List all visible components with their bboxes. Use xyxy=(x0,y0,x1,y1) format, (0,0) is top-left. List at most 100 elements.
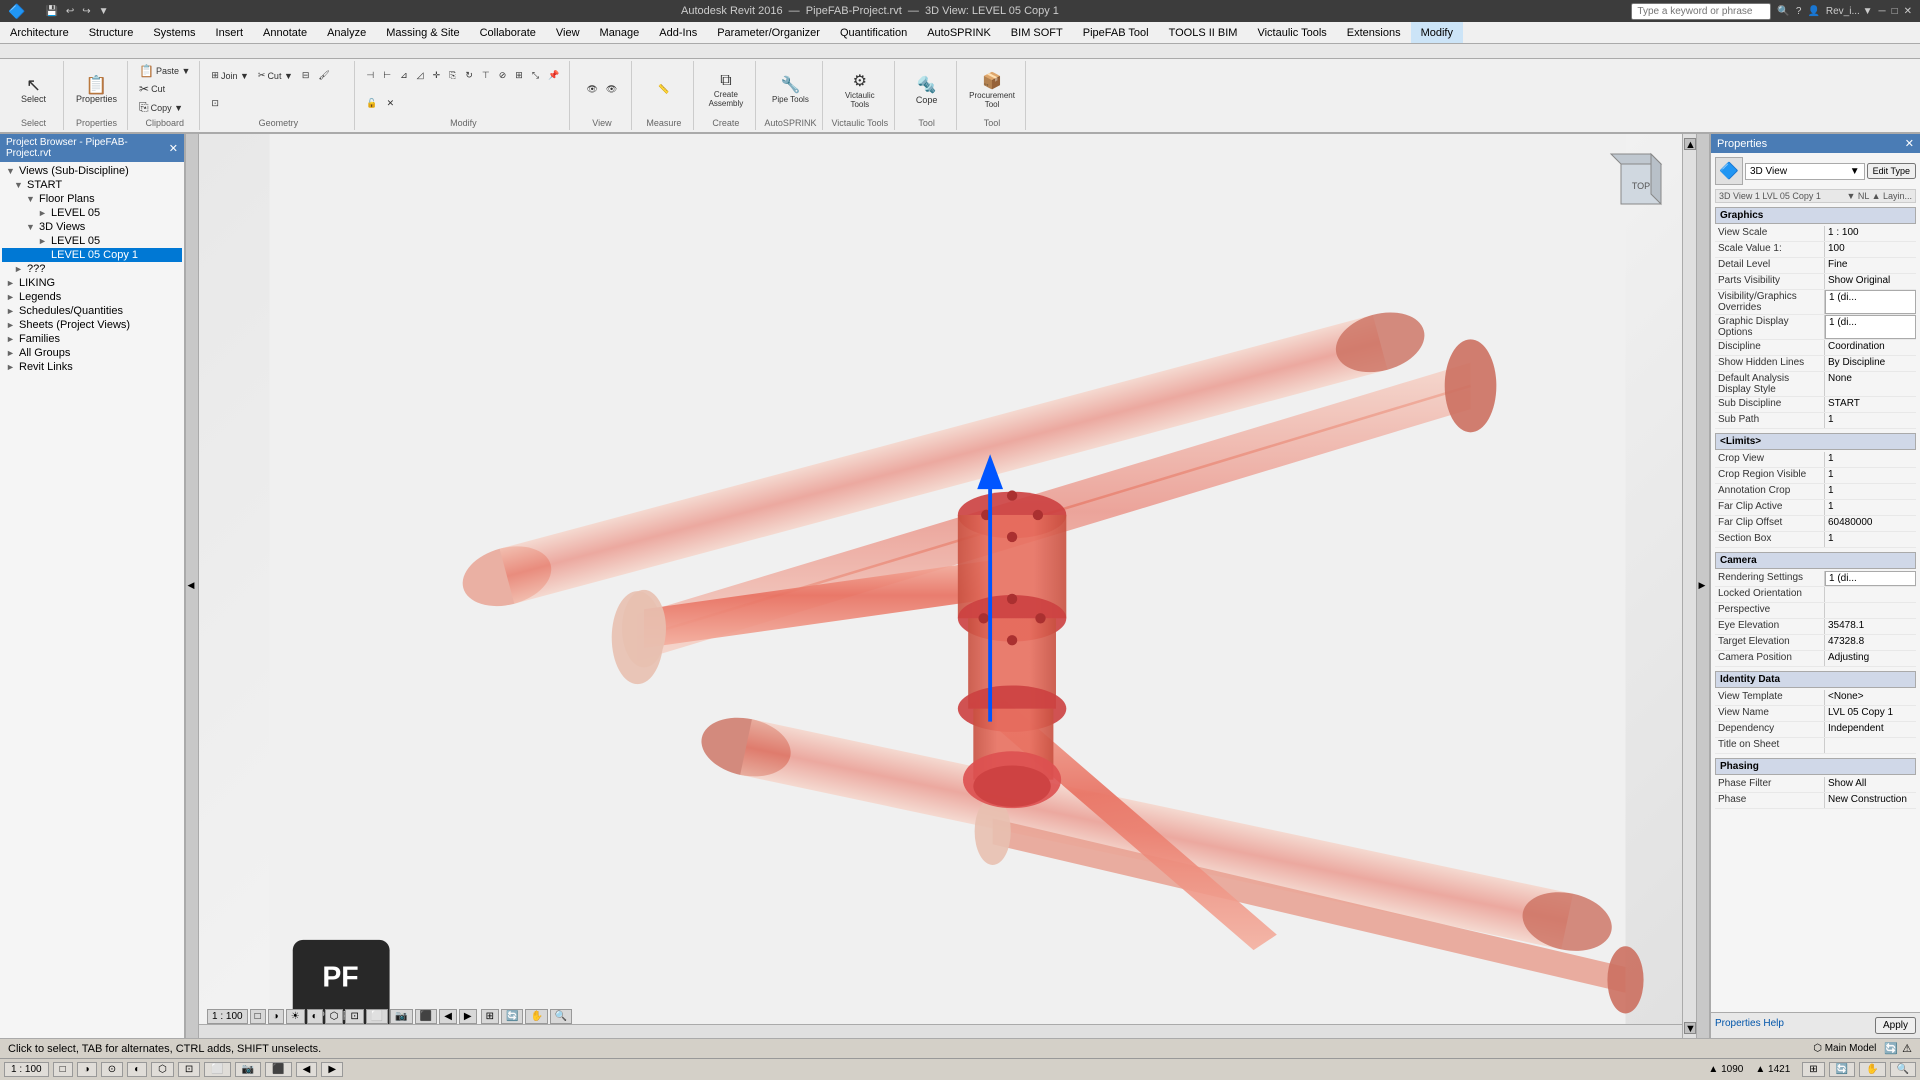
viewport-scrollbar-right[interactable]: ▲ ▼ xyxy=(1682,134,1696,1038)
maximize-btn[interactable]: □ xyxy=(1892,6,1898,17)
viewport-scrollbar-bottom[interactable] xyxy=(199,1024,1682,1038)
discipline-value[interactable]: Coordination xyxy=(1825,340,1916,355)
join-btn[interactable]: ⊞ Join ▼ xyxy=(208,69,251,82)
zoom-prev-btn[interactable]: ◀ xyxy=(439,1009,457,1024)
tree-families[interactable]: ► Families xyxy=(2,332,182,346)
menu-insert[interactable]: Insert xyxy=(206,22,254,43)
tree-sheets[interactable]: ► Sheets (Project Views) xyxy=(2,318,182,332)
wireframe-btn[interactable]: □ xyxy=(250,1009,266,1024)
zoom-next-btn[interactable]: ▶ xyxy=(459,1009,477,1024)
zoom-region-bottom-btn[interactable]: ⊞ xyxy=(1802,1062,1824,1077)
quick-access-more[interactable]: ▼ xyxy=(99,6,109,17)
view-template-value[interactable]: <None> xyxy=(1825,690,1916,705)
menu-massing[interactable]: Massing & Site xyxy=(376,22,469,43)
create-assembly-btn[interactable]: ⧉ CreateAssembly xyxy=(705,70,748,110)
tree-start[interactable]: ▼ START xyxy=(2,178,182,192)
unpin-btn[interactable]: 🔓 xyxy=(363,97,380,110)
properties-btn[interactable]: 📋 Properties xyxy=(72,74,121,106)
fwd-btn[interactable]: ▶ xyxy=(321,1062,343,1077)
workset-label[interactable]: Main Model xyxy=(1825,1043,1877,1054)
scale-btn[interactable]: ⤡ xyxy=(529,69,542,82)
hlr-btn[interactable]: ◑ xyxy=(77,1062,97,1077)
scroll-up-btn[interactable]: ▲ xyxy=(1684,138,1696,150)
section-box-btn[interactable]: ⬜ xyxy=(366,1009,388,1024)
sign-in[interactable]: Rev_i... ▼ xyxy=(1826,6,1873,17)
pin-btn[interactable]: 📌 xyxy=(545,69,562,82)
camera-bottom-btn[interactable]: 📷 xyxy=(235,1062,261,1077)
autosprink-pipe-tools-btn[interactable]: 🔧 Pipe Tools xyxy=(768,73,813,106)
section-box-value[interactable]: 1 xyxy=(1825,532,1916,547)
close-properties-btn[interactable]: ✕ xyxy=(1905,137,1914,150)
sub-path-value[interactable]: 1 xyxy=(1825,413,1916,428)
far-clip-offset-value[interactable]: 60480000 xyxy=(1825,516,1916,531)
parts-vis-value[interactable]: Show Original xyxy=(1825,274,1916,289)
minimize-btn[interactable]: ─ xyxy=(1878,6,1885,17)
tree-views-discipline[interactable]: ▼ Views (Sub-Discipline) xyxy=(2,164,182,178)
rotate-btn[interactable]: ↻ xyxy=(462,69,476,82)
zoom-bottom-btn[interactable]: 🔍 xyxy=(1890,1062,1916,1077)
trim-btn[interactable]: ⊤ xyxy=(479,69,493,82)
zoom-region-btn[interactable]: ⊞ xyxy=(481,1009,499,1024)
render-btn[interactable]: ⬡ xyxy=(325,1009,344,1024)
wall-join-btn[interactable]: ⊟ xyxy=(299,69,313,82)
crop-view-btn[interactable]: ⊡ xyxy=(178,1062,200,1077)
camera-position-value[interactable]: Adjusting xyxy=(1825,651,1916,666)
user-icon[interactable]: 👤 xyxy=(1807,6,1819,17)
title-on-sheet-value[interactable] xyxy=(1825,738,1916,753)
view-name-value[interactable]: LVL 05 Copy 1 xyxy=(1825,706,1916,721)
camera-btn[interactable]: 📷 xyxy=(390,1009,412,1024)
offset-btn[interactable]: ⊢ xyxy=(380,69,394,82)
type-dropdown[interactable]: 3D View ▼ xyxy=(1745,163,1865,180)
search-icon[interactable]: 🔍 xyxy=(1777,6,1789,17)
tree-groups[interactable]: ► All Groups xyxy=(2,346,182,360)
nav-wheel-bottom-btn[interactable]: 🔄 xyxy=(1829,1062,1855,1077)
sun-btn[interactable]: ☀ xyxy=(286,1009,305,1024)
rendering-settings-value[interactable]: 1 (di... xyxy=(1825,571,1916,586)
properties-help-link[interactable]: Properties Help xyxy=(1715,1018,1784,1029)
wireframe-bottom-btn[interactable]: □ xyxy=(53,1062,73,1077)
tree-floor-plans[interactable]: ▼ Floor Plans xyxy=(2,192,182,206)
view-cube[interactable]: TOP xyxy=(1606,149,1666,209)
tree-revit-links[interactable]: ► Revit Links xyxy=(2,360,182,374)
menu-analyze[interactable]: Analyze xyxy=(317,22,376,43)
menu-paramorg[interactable]: Parameter/Organizer xyxy=(707,22,830,43)
edit-type-btn[interactable]: Edit Type xyxy=(1867,163,1916,179)
menu-architecture[interactable]: Architecture xyxy=(0,22,79,43)
sync-icon[interactable]: 🔄 xyxy=(1884,1042,1898,1055)
shadow-btn[interactable]: ◐ xyxy=(307,1009,323,1024)
menu-victaulic[interactable]: Victaulic Tools xyxy=(1247,22,1336,43)
measure-btn[interactable]: 📏 xyxy=(655,83,672,96)
vg-value[interactable]: 1 (di... xyxy=(1825,290,1916,314)
align-btn[interactable]: ⊣ xyxy=(363,69,377,82)
cope-btn[interactable]: 🔩 Cope xyxy=(912,73,942,107)
tree-legends[interactable]: ► Legends xyxy=(2,290,182,304)
paint-btn[interactable]: 🖌 xyxy=(315,69,332,82)
procurement-btn[interactable]: 📦 ProcurementTool xyxy=(965,69,1019,111)
delete-btn[interactable]: ✕ xyxy=(384,97,398,110)
back-btn[interactable]: ◀ xyxy=(296,1062,318,1077)
mirror-x-btn[interactable]: ⊿ xyxy=(397,69,411,82)
menu-structure[interactable]: Structure xyxy=(79,22,144,43)
cut-geom-btn[interactable]: ✂ Cut ▼ xyxy=(255,69,296,82)
tree-3d-views[interactable]: ▼ 3D Views xyxy=(2,220,182,234)
tree-schedules[interactable]: ► Schedules/Quantities xyxy=(2,304,182,318)
nav-wheel-btn[interactable]: 🔄 xyxy=(501,1009,523,1024)
menu-pipefab[interactable]: PipeFAB Tool xyxy=(1073,22,1159,43)
phase-value[interactable]: New Construction xyxy=(1825,793,1916,808)
3d-nav-btn[interactable]: ⬛ xyxy=(415,1009,437,1024)
cut-btn[interactable]: ✂ Cut xyxy=(136,81,168,97)
paste-btn[interactable]: 📋 Paste ▼ xyxy=(136,63,193,79)
analysis-style-value[interactable]: None xyxy=(1825,372,1916,396)
view-scale-value[interactable]: 1 : 100 xyxy=(1825,226,1916,241)
quick-access-undo[interactable]: ↩ xyxy=(66,6,74,17)
hidden-lines-value[interactable]: By Discipline xyxy=(1825,356,1916,371)
section-box-bottom-btn[interactable]: ⬜ xyxy=(204,1062,230,1077)
tree-liking[interactable]: ► LIKING xyxy=(2,276,182,290)
move-btn[interactable]: ✛ xyxy=(430,69,444,82)
menu-autosprink[interactable]: AutoSPRINK xyxy=(917,22,1001,43)
perspective-value[interactable] xyxy=(1825,603,1916,618)
help-icon[interactable]: ? xyxy=(1796,6,1802,17)
sun-path-btn[interactable]: ⊙ xyxy=(101,1062,123,1077)
annotation-crop-value[interactable]: 1 xyxy=(1825,484,1916,499)
nav-btn[interactable]: ⬛ xyxy=(265,1062,291,1077)
